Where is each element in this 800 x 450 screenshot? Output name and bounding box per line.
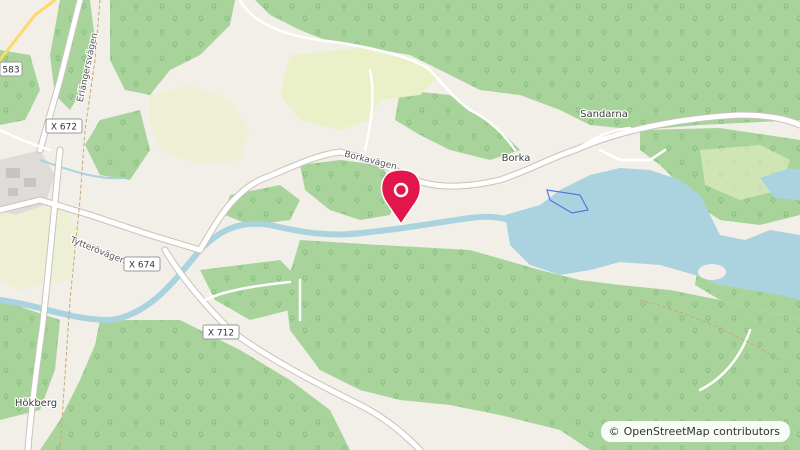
route-shield-x672: X 672 xyxy=(45,118,83,134)
svg-text:583: 583 xyxy=(2,66,19,76)
place-label-sandarna: Sandarna xyxy=(580,109,628,120)
copyright-symbol: © xyxy=(608,425,620,438)
route-shield-x712: X 712 xyxy=(202,324,240,340)
map-canvas[interactable]: Sandarna Borka Hökberg Borkavägen Erläng… xyxy=(0,0,800,450)
place-label-borka: Borka xyxy=(502,153,531,164)
route-shield-x674: X 674 xyxy=(123,256,161,272)
place-label-hokberg: Hökberg xyxy=(15,398,57,409)
map-attribution: © OpenStreetMap contributors xyxy=(600,421,790,442)
svg-text:X 672: X 672 xyxy=(51,123,77,133)
attribution-link[interactable]: OpenStreetMap contributors xyxy=(624,425,780,438)
svg-text:X 674: X 674 xyxy=(129,261,155,271)
route-shield-583: 583 xyxy=(0,61,23,77)
svg-text:X 712: X 712 xyxy=(208,329,234,339)
islet xyxy=(698,264,726,280)
